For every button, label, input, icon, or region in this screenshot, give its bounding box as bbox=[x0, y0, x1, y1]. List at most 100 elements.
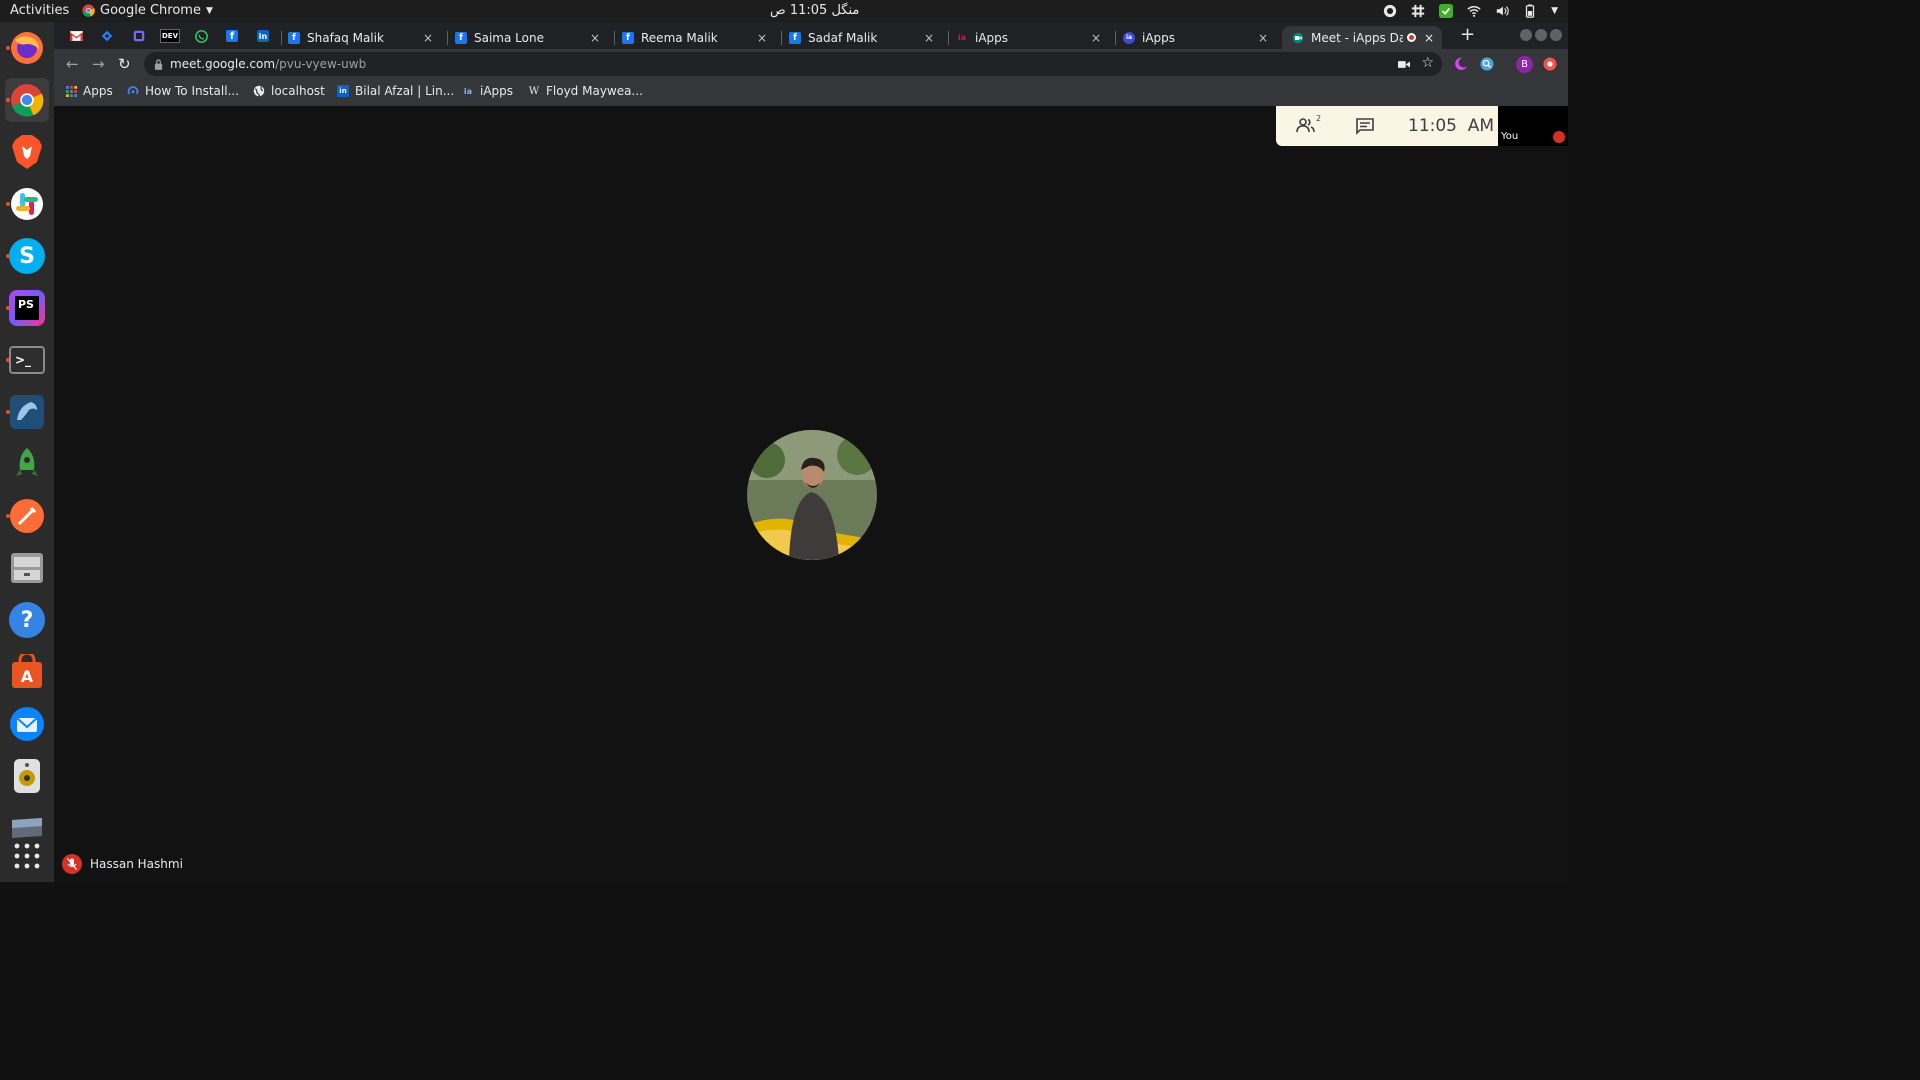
terminal-icon: >_ bbox=[9, 346, 45, 374]
dock-robo3t[interactable] bbox=[5, 442, 49, 486]
bookmark-how-to-install[interactable]: How To Install... bbox=[127, 84, 239, 98]
pinned-tab-linkedin[interactable]: in bbox=[249, 27, 277, 45]
wifi-icon[interactable] bbox=[1467, 4, 1481, 18]
tab-meet-active[interactable]: Meet - iApps Daily × bbox=[1282, 26, 1442, 49]
close-tab-icon[interactable]: × bbox=[755, 31, 769, 45]
reload-icon[interactable]: ↻ bbox=[118, 55, 131, 73]
slack-tray-icon[interactable] bbox=[1411, 4, 1425, 18]
participants-button[interactable]: 2 bbox=[1296, 114, 1321, 135]
dock-slack[interactable] bbox=[5, 182, 49, 226]
pinned-tab-jira[interactable] bbox=[93, 27, 121, 45]
camera-in-use-icon[interactable] bbox=[1398, 60, 1410, 69]
shopping-bag-icon: A bbox=[12, 654, 42, 688]
mic-off-icon bbox=[62, 854, 82, 874]
close-tab-icon[interactable]: × bbox=[1422, 31, 1436, 45]
dock-archive-manager[interactable] bbox=[5, 546, 49, 590]
bookmark-floyd-mayweather[interactable]: W Floyd Maywea... bbox=[528, 84, 643, 98]
check-shield-icon[interactable] bbox=[1439, 4, 1454, 18]
profile-avatar[interactable]: B bbox=[1516, 56, 1533, 73]
dock-skype[interactable]: S bbox=[5, 234, 49, 278]
tab-sadaf-malik[interactable]: f Sadaf Malik × bbox=[789, 26, 942, 49]
bookmark-label: How To Install... bbox=[145, 84, 240, 98]
bookmark-apps[interactable]: Apps bbox=[66, 84, 113, 98]
close-tab-icon[interactable]: × bbox=[1256, 31, 1270, 45]
close-tab-icon[interactable]: × bbox=[588, 31, 602, 45]
pinned-tab-dev[interactable]: DEV bbox=[156, 27, 184, 45]
activities-button[interactable]: Activities bbox=[10, 3, 69, 18]
dark-reader-icon[interactable] bbox=[1454, 57, 1468, 71]
dock-firefox[interactable] bbox=[5, 26, 49, 70]
dock-chrome[interactable] bbox=[5, 78, 49, 122]
clock[interactable]: منگل 11:05 ص bbox=[770, 3, 859, 18]
search-extension-icon[interactable] bbox=[1480, 57, 1494, 71]
chat-icon[interactable] bbox=[1356, 118, 1374, 135]
dock-help[interactable]: ? bbox=[5, 598, 49, 642]
browser-toolbar: ← → ↻ meet.google.com/pvu-vyew-uwb ☆ B bbox=[54, 49, 1568, 79]
tab-separator bbox=[781, 31, 782, 45]
volume-icon[interactable] bbox=[1495, 4, 1509, 18]
tab-shafaq-malik[interactable]: f Shafaq Malik × bbox=[288, 26, 441, 49]
tab-saima-lone[interactable]: f Saima Lone × bbox=[455, 26, 608, 49]
chrome-icon bbox=[11, 84, 44, 117]
jira-icon bbox=[101, 30, 113, 42]
maximize-button[interactable] bbox=[1535, 29, 1547, 41]
close-tab-icon[interactable]: × bbox=[421, 31, 435, 45]
dock-terminal[interactable]: >_ bbox=[5, 338, 49, 382]
battery-icon[interactable] bbox=[1523, 4, 1537, 18]
pinned-tab-whatsapp[interactable] bbox=[187, 27, 215, 45]
url-host: meet.google.com bbox=[170, 57, 276, 71]
tab-reema-malik[interactable]: f Reema Malik × bbox=[622, 26, 775, 49]
bookmark-bilal-afzal[interactable]: in Bilal Afzal | Lin... bbox=[337, 84, 454, 98]
show-applications-button[interactable] bbox=[5, 834, 49, 878]
bookmarks-bar: Apps How To Install... localhost in Bila… bbox=[54, 79, 1568, 106]
dock-postman[interactable] bbox=[5, 494, 49, 538]
bookmark-star-icon[interactable]: ☆ bbox=[1421, 55, 1434, 71]
self-video-tile[interactable]: You bbox=[1498, 106, 1568, 146]
back-arrow-icon[interactable]: ← bbox=[66, 55, 79, 73]
address-bar[interactable]: meet.google.com/pvu-vyew-uwb ☆ bbox=[144, 52, 1442, 76]
bookmark-iapps[interactable]: ia iApps bbox=[462, 84, 513, 98]
dock-rhythmbox[interactable] bbox=[5, 754, 49, 798]
slack-icon bbox=[11, 188, 43, 220]
close-tab-icon[interactable]: × bbox=[1089, 31, 1103, 45]
tab-separator bbox=[447, 31, 448, 45]
close-tab-icon[interactable]: × bbox=[922, 31, 936, 45]
brave-lion-icon bbox=[12, 135, 42, 169]
bookmark-localhost[interactable]: localhost bbox=[253, 84, 325, 98]
facebook-icon: f bbox=[455, 31, 467, 44]
running-indicator bbox=[6, 46, 10, 50]
new-tab-button[interactable]: + bbox=[1460, 24, 1475, 45]
firefox-icon bbox=[11, 32, 43, 64]
tab-iapps-2[interactable]: ia iApps × bbox=[1123, 26, 1276, 49]
file-cabinet-icon bbox=[11, 553, 43, 583]
pinned-tab-facebook[interactable]: f bbox=[218, 27, 246, 45]
extension-badge-icon[interactable] bbox=[1543, 57, 1557, 71]
dev-to-icon: DEV bbox=[159, 29, 180, 43]
system-tray: ▼ bbox=[1383, 2, 1558, 20]
profile-photo bbox=[747, 430, 877, 560]
iapps-icon: ia bbox=[957, 33, 967, 42]
tab-title: Saima Lone bbox=[474, 30, 544, 45]
people-icon bbox=[1296, 118, 1315, 133]
pinned-tab-gmail[interactable] bbox=[62, 27, 90, 45]
forward-arrow-icon[interactable]: → bbox=[92, 55, 105, 73]
close-window-button[interactable] bbox=[1550, 29, 1562, 41]
bookmark-label: Apps bbox=[83, 84, 113, 98]
app-menu[interactable]: Google Chrome ▼ bbox=[82, 3, 213, 18]
dock-phpstorm[interactable]: PS bbox=[5, 286, 49, 330]
participant-avatar bbox=[747, 430, 877, 560]
dock-brave[interactable] bbox=[5, 130, 49, 174]
recording-indicator-icon bbox=[1407, 33, 1416, 42]
iapps-icon: ia bbox=[463, 86, 473, 96]
chevron-down-icon: ▼ bbox=[205, 5, 213, 16]
minimize-button[interactable] bbox=[1520, 29, 1532, 41]
participant-name-tag: Hassan Hashmi bbox=[62, 854, 183, 874]
obs-icon[interactable] bbox=[1383, 4, 1397, 18]
tab-separator bbox=[1115, 31, 1116, 45]
system-menu-chevron-icon[interactable]: ▼ bbox=[1551, 6, 1558, 16]
dock-software-center[interactable]: A bbox=[5, 650, 49, 694]
dock-thunderbird[interactable] bbox=[5, 702, 49, 746]
tab-iapps-1[interactable]: ia iApps × bbox=[956, 26, 1109, 49]
pinned-tab-clickup[interactable] bbox=[125, 27, 153, 45]
dock-mysql-workbench[interactable] bbox=[5, 390, 49, 434]
